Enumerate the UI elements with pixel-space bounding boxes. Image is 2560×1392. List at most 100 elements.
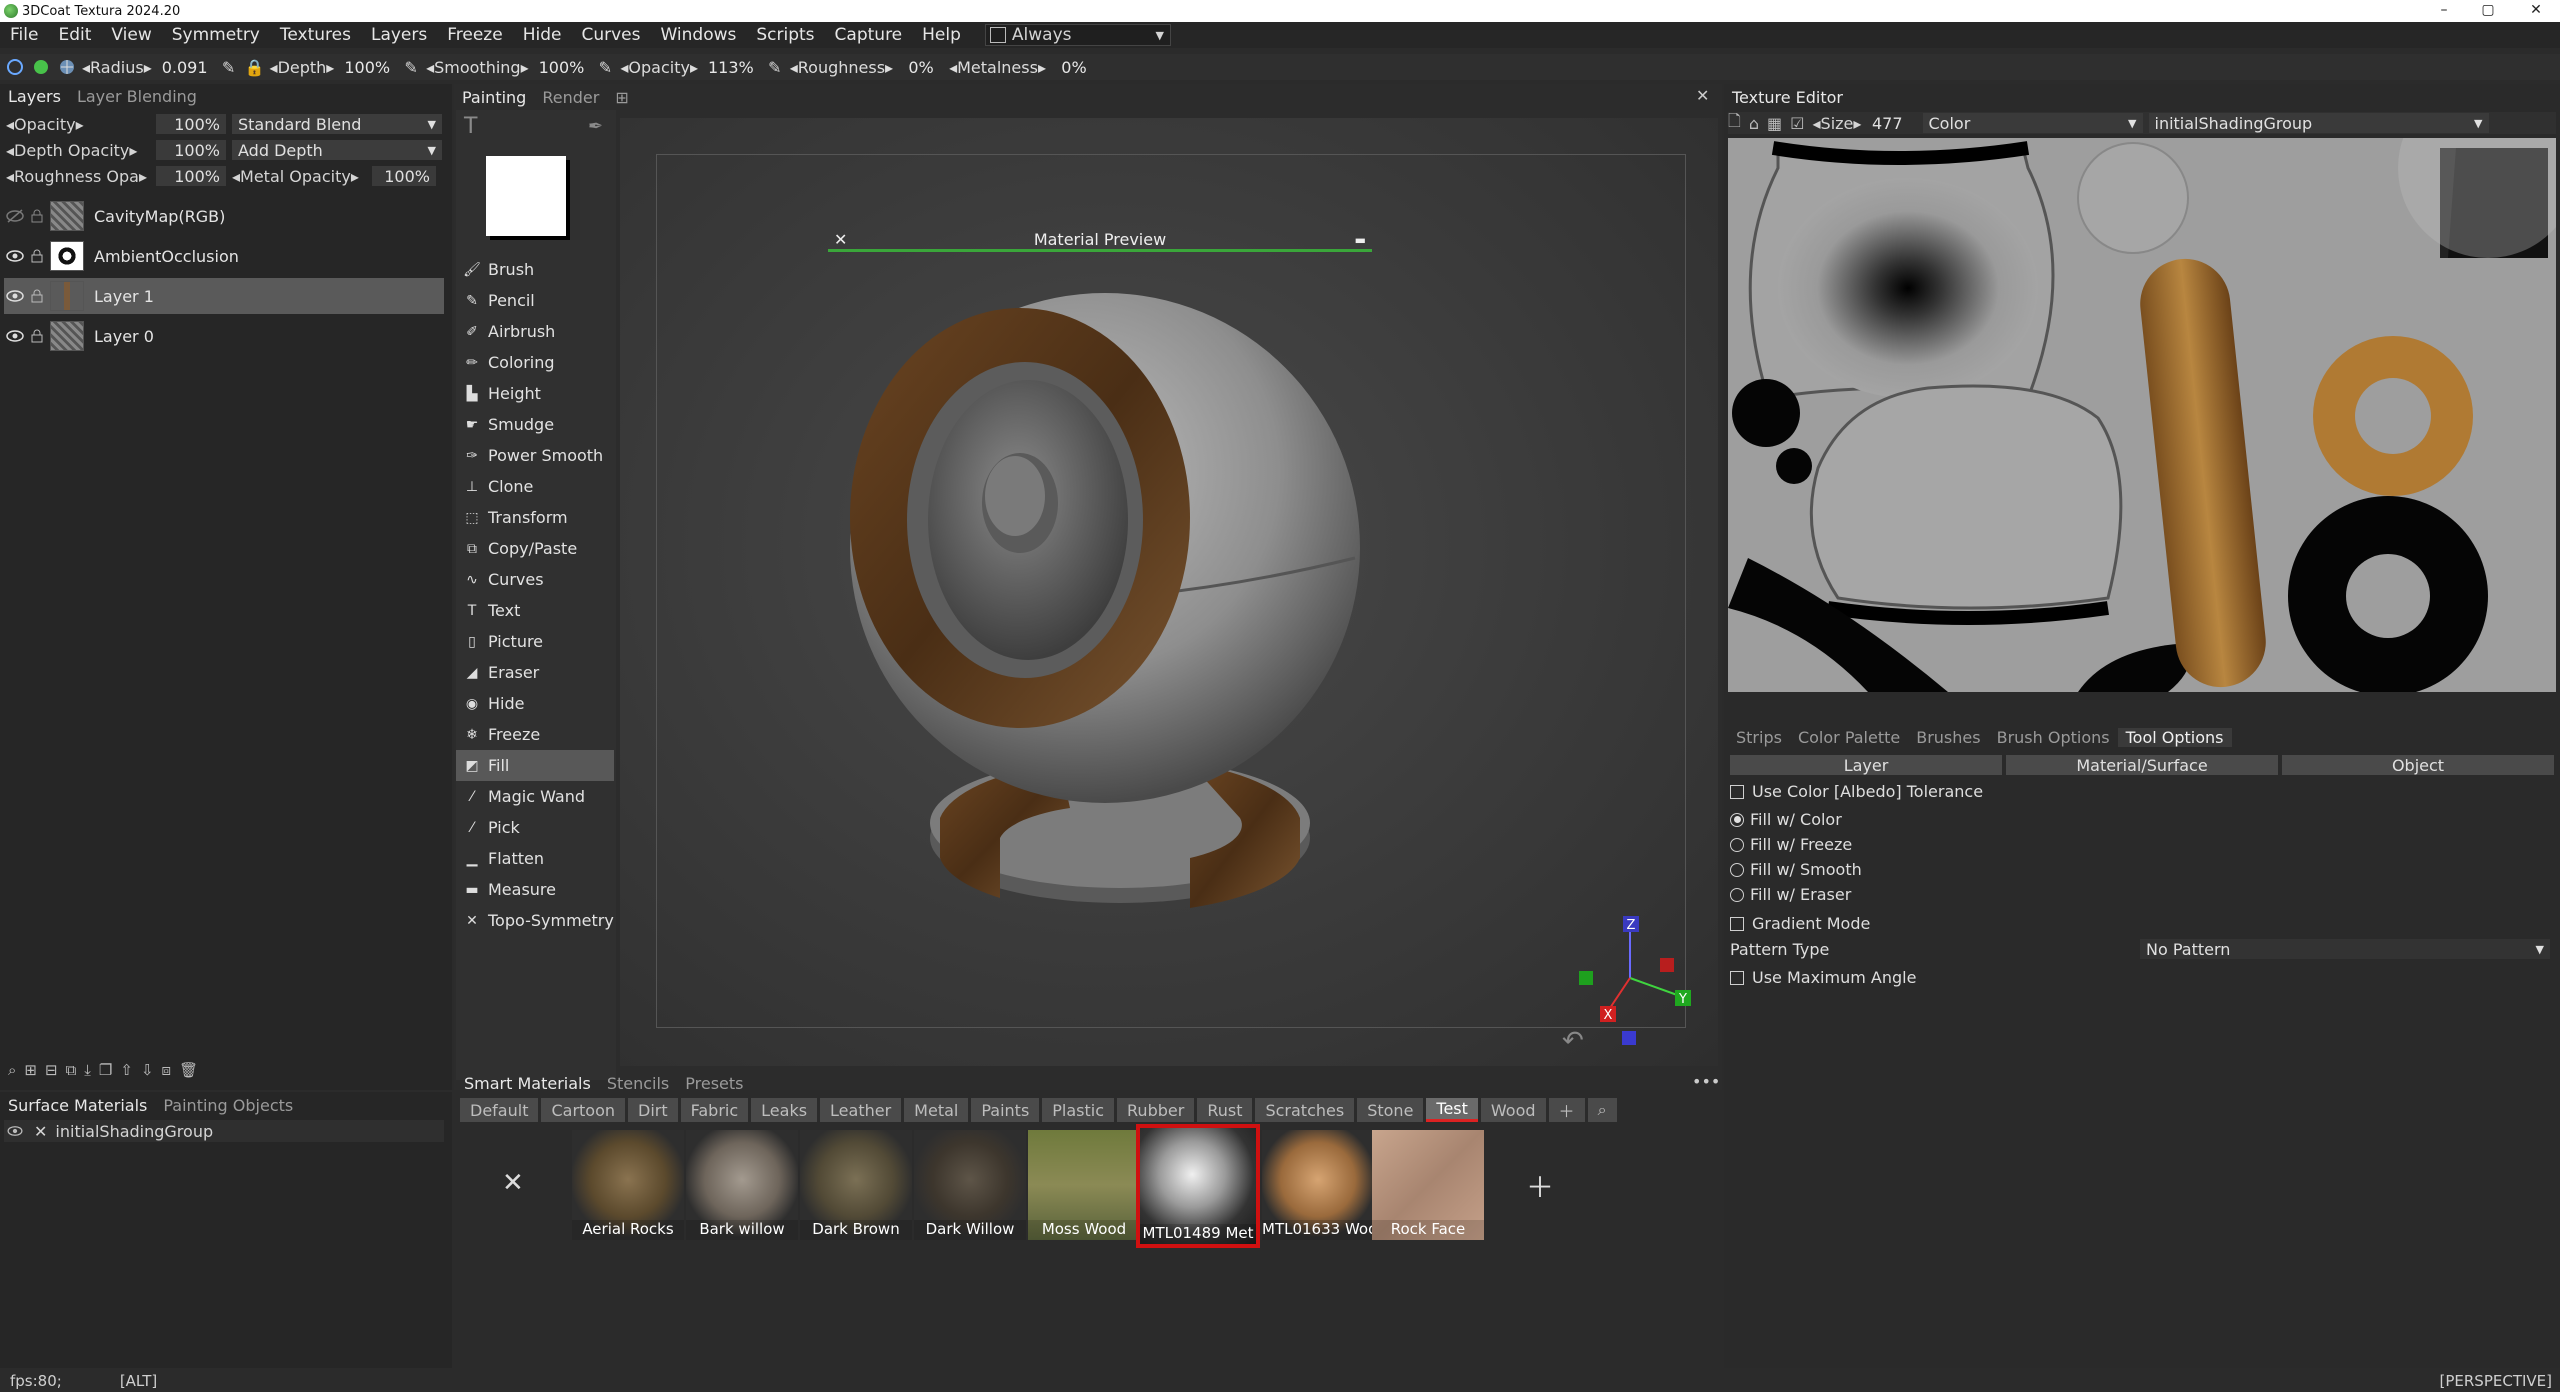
always-dropdown[interactable]: Always ▼: [984, 24, 1171, 46]
fill-with-color-radio[interactable]: [1730, 812, 1744, 827]
tab-rust[interactable]: Rust: [1197, 1098, 1253, 1122]
tab-brushes[interactable]: Brushes: [1908, 728, 1988, 747]
menu-hide[interactable]: Hide: [513, 25, 572, 45]
layer-row[interactable]: Layer 0: [4, 318, 444, 354]
add-material-icon[interactable]: ＋: [1526, 1166, 1554, 1206]
tool-curves[interactable]: ∿ Curves: [456, 564, 614, 595]
tool-copy-paste[interactable]: ⧉ Copy/Paste: [456, 533, 614, 564]
material-item[interactable]: Dark Willow: [914, 1130, 1026, 1240]
file-icon[interactable]: 🗋: [1728, 110, 1741, 137]
depth-label[interactable]: ◂Depth▸: [266, 58, 339, 77]
brush-mode-icon[interactable]: [4, 56, 26, 78]
viewport-3d[interactable]: ✕ Material Preview ▬ Z Y X ↶: [620, 118, 1718, 1066]
pattern-type-select[interactable]: No Pattern ▼: [2140, 939, 2550, 959]
depth-opacity-value[interactable]: 100%: [156, 140, 226, 160]
tab-smart-materials[interactable]: Smart Materials: [456, 1074, 599, 1093]
text-tool-icon[interactable]: T: [464, 114, 477, 139]
tab-surface-materials[interactable]: Surface Materials: [0, 1096, 155, 1115]
menu-view[interactable]: View: [101, 25, 161, 45]
smoothing-value[interactable]: 100%: [533, 58, 591, 77]
tab-leaks[interactable]: Leaks: [751, 1098, 818, 1122]
close-window-icon[interactable]: ✕: [2516, 0, 2556, 22]
radius-value[interactable]: 0.091: [156, 58, 214, 77]
tool-fill[interactable]: ◩ Fill: [456, 750, 614, 781]
tool-picture[interactable]: ▯ Picture: [456, 626, 614, 657]
close-icon[interactable]: ✕: [834, 230, 847, 249]
metal-opacity-label[interactable]: ◂Metal Opacity▸: [232, 167, 372, 186]
depth-mode-select[interactable]: Add Depth ▼: [232, 140, 442, 160]
texture-canvas[interactable]: [1728, 138, 2556, 692]
tab-color-palette[interactable]: Color Palette: [1790, 728, 1908, 747]
minimize-icon[interactable]: ▬: [1355, 233, 1366, 247]
smoothing-label[interactable]: ◂Smoothing▸: [422, 58, 533, 77]
depth-value[interactable]: 100%: [338, 58, 396, 77]
gizmo-blue-cube[interactable]: [1622, 1031, 1636, 1045]
metalness-label[interactable]: ◂Metalness▸: [945, 58, 1050, 77]
maximize-icon[interactable]: ▢: [2468, 0, 2508, 22]
tool-transform[interactable]: ⬚ Transform: [456, 502, 614, 533]
menu-textures[interactable]: Textures: [270, 25, 361, 45]
pen-pressure-icon[interactable]: ✎: [400, 56, 422, 78]
tab-tool-options[interactable]: Tool Options: [2117, 728, 2232, 747]
tab-leather[interactable]: Leather: [820, 1098, 902, 1122]
lock-icon[interactable]: [30, 288, 44, 304]
roughness-opacity-value[interactable]: 100%: [156, 166, 226, 186]
tab-painting-objects[interactable]: Painting Objects: [155, 1096, 301, 1115]
material-item[interactable]: Bark willow: [686, 1130, 798, 1240]
move-down-icon[interactable]: ⇩: [141, 1061, 154, 1079]
gradient-mode-checkbox[interactable]: [1730, 916, 1744, 931]
tab-wood[interactable]: Wood: [1480, 1098, 1546, 1122]
eye-icon[interactable]: [4, 325, 26, 347]
copy-icon[interactable]: ⧈: [162, 1061, 172, 1079]
use-color-tolerance-option[interactable]: Use Color [Albedo] Tolerance: [1730, 782, 1983, 801]
tab-paints[interactable]: Paints: [971, 1098, 1040, 1122]
gradient-mode-option[interactable]: Gradient Mode: [1730, 914, 1870, 933]
tab-default[interactable]: Default: [460, 1098, 539, 1122]
home-icon[interactable]: ⌂: [1749, 114, 1759, 133]
eye-icon[interactable]: [4, 1120, 26, 1142]
metalness-value[interactable]: 0%: [1050, 58, 1098, 77]
use-color-tolerance-checkbox[interactable]: [1730, 784, 1744, 799]
pen-icon[interactable]: ✒: [588, 116, 603, 137]
pen-pressure-icon[interactable]: ✎: [764, 56, 786, 78]
tool-brush[interactable]: 🖌 Brush: [456, 254, 614, 285]
material-item[interactable]: MTL01633 Woo: [1262, 1130, 1374, 1240]
depth-opacity-label[interactable]: ◂Depth Opacity▸: [6, 141, 156, 160]
opacity-label[interactable]: ◂Opacity▸: [616, 58, 702, 77]
close-panel-icon[interactable]: ✕: [1696, 86, 1709, 105]
fill-with-freeze-radio[interactable]: [1730, 837, 1744, 852]
more-options-icon[interactable]: •••: [1692, 1072, 1720, 1091]
new-folder-icon[interactable]: ⊟: [45, 1061, 58, 1079]
add-tab-icon[interactable]: ⊞: [607, 88, 636, 107]
minimize-icon[interactable]: –: [2424, 0, 2464, 22]
blend-mode-select[interactable]: Standard Blend ▼: [232, 114, 442, 134]
tab-layers[interactable]: Layers: [0, 87, 69, 106]
tab-stone[interactable]: Stone: [1357, 1098, 1424, 1122]
subtab-object[interactable]: Object: [2282, 755, 2554, 775]
tool-smudge[interactable]: ☛ Smudge: [456, 409, 614, 440]
fill-with-smooth-option[interactable]: Fill w/ Smooth: [1730, 860, 1862, 879]
roughness-value[interactable]: 0%: [897, 58, 945, 77]
tool-pick[interactable]: ⁄ Pick: [456, 812, 614, 843]
tab-painting[interactable]: Painting: [454, 88, 534, 107]
subtab-layer[interactable]: Layer: [1730, 755, 2002, 775]
size-value[interactable]: 477: [1868, 113, 1909, 133]
tool-power-smooth[interactable]: ✑ Power Smooth: [456, 440, 614, 471]
tab-dirt[interactable]: Dirt: [628, 1098, 678, 1122]
menu-curves[interactable]: Curves: [571, 25, 650, 45]
tab-strips[interactable]: Strips: [1728, 728, 1790, 747]
menu-layers[interactable]: Layers: [361, 25, 437, 45]
fill-with-smooth-radio[interactable]: [1730, 862, 1744, 877]
material-item[interactable]: Dark Brown: [800, 1130, 912, 1240]
import-icon[interactable]: ⤓: [84, 1061, 91, 1079]
menu-help[interactable]: Help: [912, 25, 971, 45]
checkbox-icon[interactable]: ☑: [1790, 114, 1804, 133]
add-layer-icon[interactable]: ⊞: [24, 1061, 37, 1079]
tab-presets[interactable]: Presets: [677, 1074, 751, 1093]
globe-icon[interactable]: [56, 56, 78, 78]
add-category-icon[interactable]: ＋: [1548, 1098, 1585, 1122]
tool-clone[interactable]: ⊥ Clone: [456, 471, 614, 502]
move-up-icon[interactable]: ⇧: [120, 1061, 133, 1079]
menu-capture[interactable]: Capture: [825, 25, 913, 45]
tab-plastic[interactable]: Plastic: [1042, 1098, 1115, 1122]
